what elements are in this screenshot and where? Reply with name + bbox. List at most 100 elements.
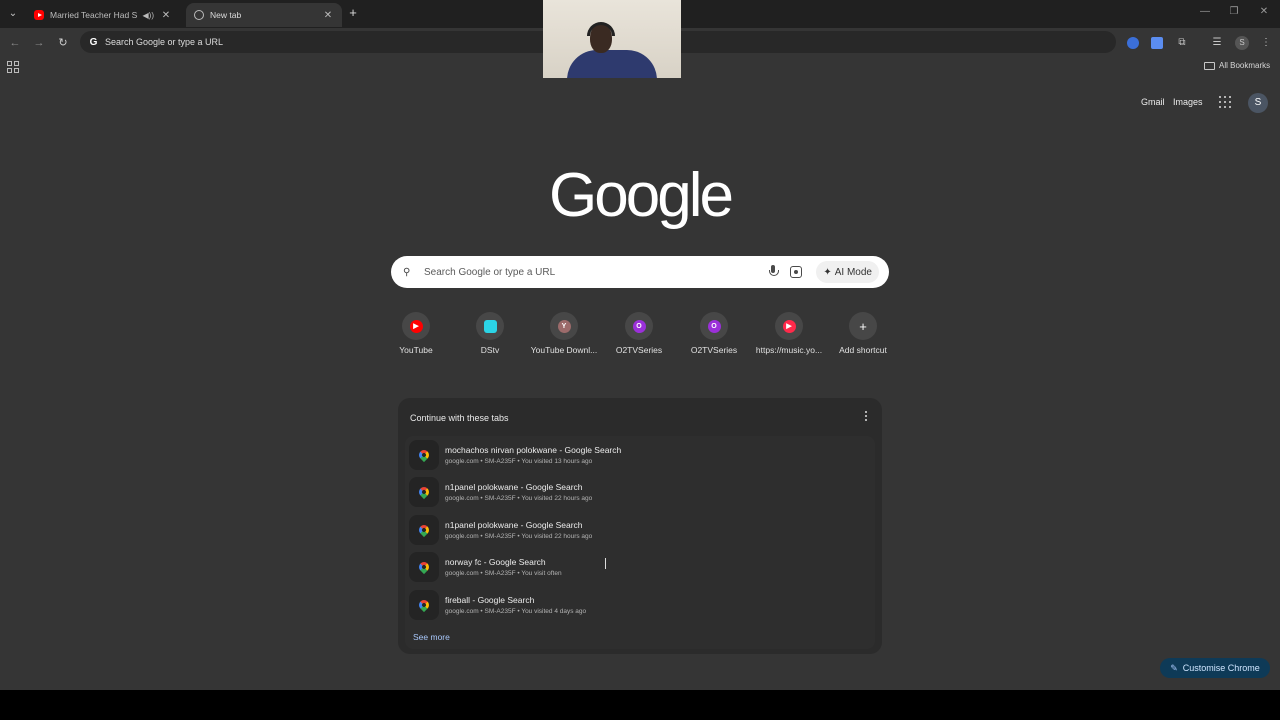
continue-tabs-card: Continue with these tabs mochachos nirva… <box>398 398 882 654</box>
back-icon[interactable]: ← <box>8 36 22 50</box>
extensions-puzzle-icon[interactable]: ⧉ <box>1175 36 1189 50</box>
shortcut-tile: O <box>700 312 728 340</box>
map-pin-icon <box>409 515 439 545</box>
dstv-icon <box>483 319 497 333</box>
shortcut-label: YouTube <box>399 345 433 355</box>
list-item[interactable]: n1panel polokwane - Google Search google… <box>405 473 875 509</box>
ai-mode-button[interactable]: ✦ AI Mode <box>816 261 879 283</box>
folder-icon <box>1204 61 1215 70</box>
list-item-title: norway fc - Google Search <box>445 557 546 567</box>
google-apps-icon[interactable] <box>1219 96 1231 108</box>
tab-close-icon[interactable]: ✕ <box>160 10 172 21</box>
letter-o-icon: O <box>632 319 646 333</box>
globe-icon <box>194 10 204 20</box>
card-title: Continue with these tabs <box>410 413 509 423</box>
customise-chrome-button[interactable]: ✎ Customise Chrome <box>1160 658 1270 678</box>
search-icon: ⚲ <box>403 266 411 278</box>
list-item-subtitle: google.com • SM-A235F • You visit often <box>445 570 562 577</box>
shortcut-tile: O <box>625 312 653 340</box>
shortcut-tile <box>476 312 504 340</box>
close-window-icon[interactable]: ✕ <box>1257 6 1271 17</box>
reload-icon[interactable]: ↻ <box>56 36 70 50</box>
new-tab-button[interactable]: + <box>346 6 360 20</box>
browser-window: ⌄ Married Teacher Had Sex W ◀)) ✕ New ta… <box>0 0 1280 690</box>
map-pin-icon <box>409 590 439 620</box>
chrome-menu-icon[interactable]: ⋮ <box>1259 36 1273 50</box>
shortcut-youtube-downloader[interactable]: Y YouTube Downl... <box>527 312 601 355</box>
tab-close-icon[interactable]: ✕ <box>322 10 334 21</box>
search-box[interactable]: ⚲ ✦ AI Mode <box>391 256 889 288</box>
shortcut-tile: Y <box>550 312 578 340</box>
gmail-link[interactable]: Gmail <box>1141 97 1165 107</box>
person-body <box>567 50 657 78</box>
map-pin-icon <box>409 440 439 470</box>
list-item[interactable]: n1panel polokwane - Google Search google… <box>405 511 875 547</box>
youtube-favicon-icon <box>34 10 44 20</box>
tab-search-button[interactable]: ⌄ <box>4 6 22 22</box>
see-more-link[interactable]: See more <box>413 632 450 642</box>
plus-icon: + <box>859 318 867 334</box>
list-item-subtitle: google.com • SM-A235F • You visited 22 h… <box>445 533 593 540</box>
text-cursor <box>605 558 609 569</box>
headphones <box>587 22 615 36</box>
ai-mode-icon: ✦ <box>823 266 832 278</box>
shortcut-dstv[interactable]: DStv <box>453 312 527 355</box>
list-item[interactable]: mochachos nirvan polokwane - Google Sear… <box>405 436 875 472</box>
restore-icon[interactable]: ❐ <box>1227 6 1241 17</box>
reading-list-icon[interactable]: ☰ <box>1210 36 1224 50</box>
tab-new-tab[interactable]: New tab ✕ <box>186 3 342 27</box>
apps-grid-icon[interactable] <box>7 61 19 73</box>
list-item-title: n1panel polokwane - Google Search <box>445 520 583 530</box>
shortcut-youtube-music[interactable]: ▶ https://music.yo... <box>752 312 826 355</box>
list-item[interactable]: norway fc - Google Search google.com • S… <box>405 548 875 584</box>
extension-blue-icon[interactable] <box>1127 37 1139 49</box>
google-icon: G <box>89 36 98 48</box>
images-link[interactable]: Images <box>1173 97 1203 107</box>
account-avatar[interactable]: S <box>1248 93 1268 113</box>
shortcut-tile: ▶ <box>775 312 803 340</box>
map-pin-icon <box>409 477 439 507</box>
list-item-title: fireball - Google Search <box>445 595 535 605</box>
ai-mode-label: AI Mode <box>834 266 872 278</box>
google-logo: Google <box>549 161 734 230</box>
microphone-icon[interactable] <box>768 265 780 279</box>
extension-doc-icon[interactable] <box>1151 37 1163 49</box>
shortcut-o2tvseries-2[interactable]: O O2TVSeries <box>677 312 751 355</box>
letter-o-icon: O <box>707 319 721 333</box>
list-item-subtitle: google.com • SM-A235F • You visited 4 da… <box>445 608 587 615</box>
minimize-icon[interactable]: — <box>1198 6 1212 17</box>
tab-title: Married Teacher Had Sex W <box>50 10 137 20</box>
list-item-title: mochachos nirvan polokwane - Google Sear… <box>445 445 622 455</box>
shortcut-o2tvseries-1[interactable]: O O2TVSeries <box>602 312 676 355</box>
shortcut-label: O2TVSeries <box>690 345 738 355</box>
customise-chrome-label: Customise Chrome <box>1182 663 1260 673</box>
shortcut-label: O2TVSeries <box>615 345 663 355</box>
map-pin-icon <box>409 552 439 582</box>
list-item-subtitle: google.com • SM-A235F • You visited 22 h… <box>445 495 593 502</box>
shortcut-label: https://music.yo... <box>755 345 823 355</box>
shortcut-tile: ▶ <box>402 312 430 340</box>
shortcut-label: DStv <box>480 345 500 355</box>
pencil-icon: ✎ <box>1170 662 1178 673</box>
google-lens-icon[interactable] <box>790 266 803 278</box>
list-item-subtitle: google.com • SM-A235F • You visited 13 h… <box>445 458 593 465</box>
list-item[interactable]: fireball - Google Search google.com • SM… <box>405 586 875 622</box>
audio-playing-icon[interactable]: ◀)) <box>143 11 154 20</box>
shortcut-label: Add shortcut <box>839 345 887 355</box>
shortcut-label: YouTube Downl... <box>530 345 598 355</box>
tab-title: New tab <box>210 10 242 20</box>
letter-y-icon: Y <box>557 319 571 333</box>
tab-youtube-video[interactable]: Married Teacher Had Sex W ◀)) ✕ <box>26 3 180 27</box>
all-bookmarks-label: All Bookmarks <box>1219 61 1271 70</box>
webcam-overlay <box>543 0 681 78</box>
profile-avatar[interactable]: S <box>1235 36 1249 50</box>
all-bookmarks-button[interactable]: All Bookmarks <box>1204 61 1270 70</box>
list-item-title: n1panel polokwane - Google Search <box>445 482 583 492</box>
search-input[interactable] <box>424 266 769 278</box>
shortcut-youtube[interactable]: ▶ YouTube <box>379 312 453 355</box>
shortcut-tile: + <box>849 312 877 340</box>
more-options-icon[interactable] <box>864 411 868 421</box>
forward-icon[interactable]: → <box>32 36 46 50</box>
youtube-icon: ▶ <box>409 319 423 333</box>
add-shortcut-button[interactable]: + Add shortcut <box>826 312 900 355</box>
